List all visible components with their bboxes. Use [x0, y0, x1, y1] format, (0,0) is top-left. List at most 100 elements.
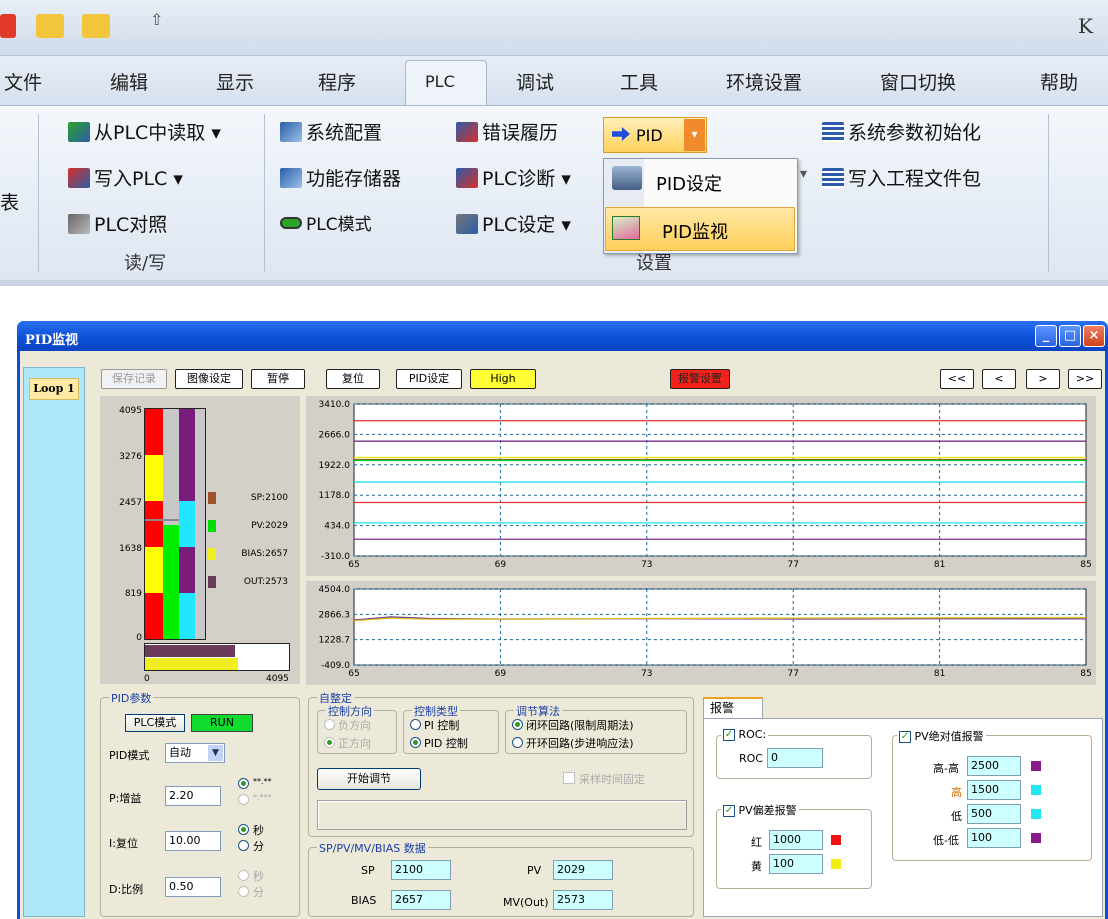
d-unit-sec-radio[interactable] — [238, 870, 249, 881]
mv-value: 2573 — [553, 890, 613, 910]
menu-edit[interactable]: 编辑 — [110, 68, 148, 95]
ribbon-panel: 表 从PLC中读取 ▾ 写入PLC ▾ PLC对照 读/写 系统配置 功能存储器… — [0, 105, 1108, 280]
open-loop-radio[interactable] — [512, 737, 523, 748]
error-history-icon — [456, 121, 478, 142]
reset-button[interactable]: 复位 — [326, 369, 380, 389]
yellow-input[interactable]: 100 — [769, 854, 823, 874]
sp-marker — [145, 519, 179, 522]
i-unit-sec-radio[interactable] — [238, 824, 249, 835]
image-setting-button[interactable]: 图像设定 — [175, 369, 243, 389]
menu-debug[interactable]: 调试 — [516, 68, 554, 95]
menu-env-settings[interactable]: 环境设置 — [726, 68, 802, 95]
start-tuning-button[interactable]: 开始调节 — [317, 768, 421, 790]
pid-dropdown-button[interactable]: PID ▾ — [603, 117, 707, 153]
first-page-button[interactable]: << — [940, 369, 974, 389]
menu-program[interactable]: 程序 — [318, 68, 356, 95]
plc-diagnosis-button[interactable]: PLC诊断 ▾ — [456, 164, 571, 191]
deviation-checkbox[interactable]: ✓ — [723, 805, 735, 817]
hh-input[interactable]: 2500 — [967, 756, 1021, 776]
sys-param-init-button[interactable]: 系统参数初始化 — [822, 118, 981, 145]
d-ratio-label: D:比例 — [109, 883, 144, 896]
save-record-button[interactable]: 保存记录 — [101, 369, 167, 389]
write-plc-label: 写入PLC ▾ — [94, 168, 183, 190]
vbar-2-segment-1 — [179, 547, 195, 593]
ribbon-cut-item[interactable]: 表 — [0, 188, 19, 215]
plc-mode-label: PLC模式 — [306, 215, 372, 235]
maximize-icon[interactable]: □ — [1059, 325, 1081, 347]
system-config-button[interactable]: 系统配置 — [280, 118, 382, 145]
high-speed-button[interactable]: High — [470, 369, 536, 389]
menu-window-switch[interactable]: 窗口切换 — [880, 68, 956, 95]
last-page-button[interactable]: >> — [1068, 369, 1102, 389]
error-history-button[interactable]: 错误履历 — [456, 118, 558, 145]
bar-ytick-4095: 4095 — [119, 406, 142, 416]
menu-help[interactable]: 帮助 — [1040, 68, 1078, 95]
pid-control-radio[interactable] — [410, 737, 421, 748]
vbar-0-segment-1 — [145, 547, 163, 593]
y-tick-label-2: 1922.0 — [319, 461, 351, 471]
minimize-icon[interactable]: _ — [1035, 325, 1057, 347]
new-icon[interactable] — [0, 14, 16, 38]
menu-view[interactable]: 显示 — [216, 68, 254, 95]
pid-mode-value: 自动 — [169, 746, 191, 759]
d-ratio-input[interactable]: 0.50 — [165, 877, 221, 897]
prev-page-button[interactable]: < — [982, 369, 1016, 389]
fixed-sample-checkbox[interactable] — [563, 772, 575, 784]
i-unit-min-radio[interactable] — [238, 840, 249, 851]
l-input[interactable]: 500 — [967, 804, 1021, 824]
menu-plc[interactable]: PLC — [425, 72, 455, 91]
plc-compare-button[interactable]: PLC对照 — [68, 210, 167, 237]
open-folder-icon[interactable] — [36, 14, 64, 38]
read-from-plc-button[interactable]: 从PLC中读取 ▾ — [68, 118, 221, 145]
p-format-radio-1[interactable] — [238, 778, 249, 789]
pause-button[interactable]: 暂停 — [251, 369, 305, 389]
bar-graph-panel: 4095 3276 2457 1638 819 0 SP:2100 PV:202… — [100, 396, 300, 684]
qat-customize-icon[interactable]: ⇧ — [150, 10, 163, 29]
roc-checkbox[interactable]: ✓ — [723, 729, 735, 741]
ll-input[interactable]: 100 — [967, 828, 1021, 848]
pid-setting-button[interactable]: PID设定 — [396, 369, 462, 389]
add-folder-icon[interactable] — [82, 14, 110, 38]
window-body: Loop 1 保存记录 图像设定 暂停 复位 PID设定 High 报警设置 <… — [20, 351, 1105, 919]
data-group-title: SP/PV/MV/BIAS 数据 — [317, 840, 428, 856]
hidden-dropdown-arrow[interactable]: ▾ — [800, 166, 807, 182]
menu-bar: 文件 编辑 显示 程序 PLC 调试 工具 环境设置 窗口切换 帮助 — [0, 56, 1108, 108]
alarm-setting-button[interactable]: 报警设置 — [670, 369, 730, 389]
i-reset-input[interactable]: 10.00 — [165, 831, 221, 851]
red-input[interactable]: 1000 — [769, 830, 823, 850]
menu-item-pid-monitor[interactable]: PID监视 — [605, 207, 795, 251]
loop-item-1[interactable]: Loop 1 — [29, 378, 79, 400]
plc-settings-button[interactable]: PLC设定 ▾ — [456, 210, 571, 237]
write-plc-button[interactable]: 写入PLC ▾ — [68, 164, 183, 191]
yellow-label: 黄 — [751, 860, 762, 873]
pid-mode-select[interactable]: 自动 ▼ — [165, 743, 225, 763]
vbar-2-segment-2 — [179, 501, 195, 547]
abs-alarm-checkbox[interactable]: ✓ — [899, 731, 911, 743]
chevron-down-icon[interactable]: ▼ — [208, 745, 223, 761]
sys-param-init-label: 系统参数初始化 — [848, 122, 982, 144]
direction-negative-radio[interactable] — [324, 719, 335, 730]
plc-mode-toggle[interactable]: PLC模式 — [125, 714, 185, 732]
error-history-label: 错误履历 — [482, 122, 559, 144]
menu-file[interactable]: 文件 — [4, 68, 42, 95]
plc-mode-button[interactable]: PLC模式 — [280, 210, 372, 235]
pi-control-radio[interactable] — [410, 719, 421, 730]
close-icon[interactable]: × — [1083, 325, 1105, 347]
function-memory-button[interactable]: 功能存储器 — [280, 164, 401, 191]
p-gain-input[interactable]: 2.20 — [165, 786, 221, 806]
closed-loop-radio[interactable] — [512, 719, 523, 730]
window-title-bar[interactable]: PID监视 _ □ × — [17, 321, 1108, 351]
pv-value: 2029 — [553, 860, 613, 880]
chevron-down-icon[interactable]: ▾ — [684, 119, 705, 151]
p-format-radio-2[interactable] — [238, 794, 249, 805]
roc-input[interactable]: 0 — [767, 748, 823, 768]
menu-tools[interactable]: 工具 — [620, 68, 658, 95]
x-tick-label-0: 65 — [348, 560, 359, 570]
h-input[interactable]: 1500 — [967, 780, 1021, 800]
write-project-pkg-button[interactable]: 写入工程文件包 — [822, 164, 981, 191]
next-page-button[interactable]: > — [1026, 369, 1060, 389]
alarm-tab[interactable]: 报警 — [703, 697, 763, 719]
d-unit-min-radio[interactable] — [238, 886, 249, 897]
direction-positive-radio[interactable] — [324, 737, 335, 748]
menu-item-pid-setting[interactable]: PID设定 — [656, 170, 722, 196]
